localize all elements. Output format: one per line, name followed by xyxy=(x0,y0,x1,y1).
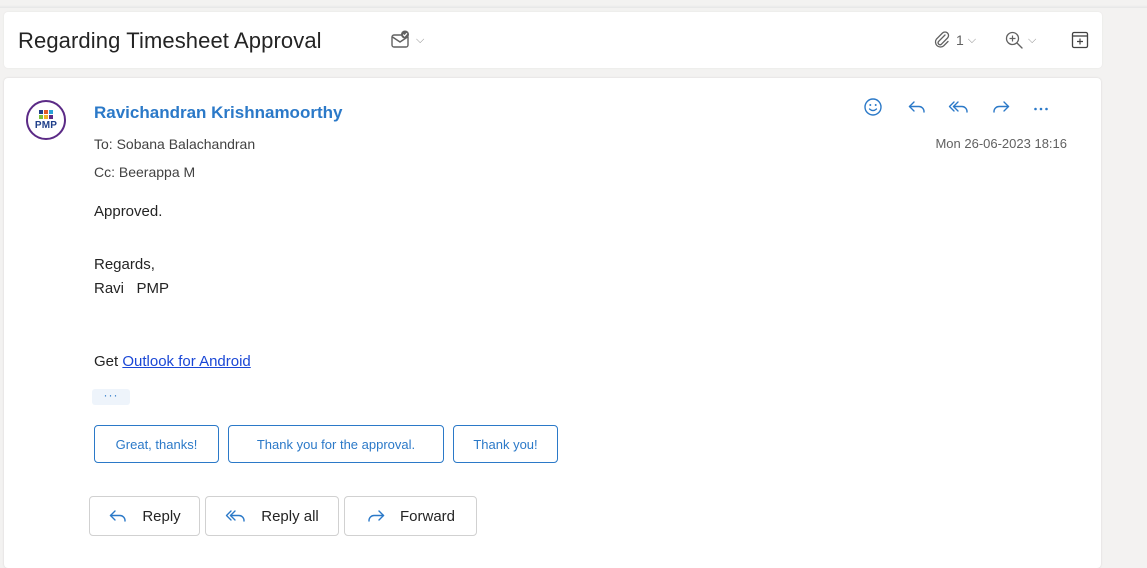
body-get-outlook: Get Outlook for Android xyxy=(94,353,251,370)
pmi-logo-icon xyxy=(39,109,53,119)
sender-name[interactable]: Ravichandran Krishnamoorthy xyxy=(94,103,342,123)
reply-all-icon xyxy=(226,510,245,522)
reply-all-button-label: Reply all xyxy=(261,507,319,525)
body-signature: Ravi PMP xyxy=(94,280,170,297)
forward-icon-button[interactable] xyxy=(990,96,1012,118)
show-trimmed-content-button[interactable]: ··· xyxy=(92,389,130,405)
subject-header: Regarding Timesheet Approval ⌵ 1 ⌵ ⌵ xyxy=(4,12,1102,68)
top-edge xyxy=(0,0,1147,8)
chevron-down-icon: ⌵ xyxy=(416,33,425,46)
cc-recipients: Cc: Beerappa M xyxy=(94,164,196,180)
message-date: Mon 26-06-2023 18:16 xyxy=(935,136,1067,151)
envelope-check-icon xyxy=(391,30,409,48)
more-actions-button[interactable] xyxy=(1030,96,1052,118)
message-actions xyxy=(862,96,1066,118)
paperclip-icon xyxy=(934,31,950,48)
zoom-button[interactable]: ⌵ xyxy=(1004,30,1036,50)
more-horizontal-icon xyxy=(1034,107,1048,111)
outlook-android-link[interactable]: Outlook for Android xyxy=(122,353,250,370)
quick-reply-great-thanks[interactable]: Great, thanks! xyxy=(94,425,219,463)
smiley-icon xyxy=(864,98,882,116)
react-button[interactable] xyxy=(862,96,884,118)
body-regards: Regards, xyxy=(94,256,155,273)
attachments-count: 1 xyxy=(956,32,964,48)
reply-button[interactable]: Reply xyxy=(89,496,200,536)
reply-icon-button[interactable] xyxy=(906,96,928,118)
zoom-in-icon xyxy=(1005,31,1023,49)
reply-all-icon-button[interactable] xyxy=(948,96,970,118)
avatar[interactable]: PMP xyxy=(26,100,66,140)
reply-all-button[interactable]: Reply all xyxy=(205,496,339,536)
reply-icon xyxy=(110,510,127,522)
reply-all-icon xyxy=(948,101,968,113)
attachments-button[interactable]: 1 ⌵ xyxy=(932,30,976,50)
forward-icon xyxy=(993,101,1010,113)
message-subject: Regarding Timesheet Approval xyxy=(18,28,322,53)
chevron-down-icon: ⌵ xyxy=(967,33,977,46)
reply-button-label: Reply xyxy=(142,507,181,525)
mark-status-button[interactable]: ⌵ xyxy=(390,30,424,50)
expand-window-icon xyxy=(1071,31,1089,49)
reply-icon xyxy=(908,101,925,113)
avatar-text: PMP xyxy=(34,119,58,131)
get-prefix: Get xyxy=(94,353,123,370)
body-approved: Approved. xyxy=(94,203,163,220)
forward-icon xyxy=(368,510,385,522)
quick-reply-thank-you-approval[interactable]: Thank you for the approval. xyxy=(228,425,444,463)
forward-button[interactable]: Forward xyxy=(344,496,477,536)
forward-button-label: Forward xyxy=(399,507,455,525)
to-recipients: To: Sobana Balachandran xyxy=(94,136,256,152)
open-in-new-window-button[interactable] xyxy=(1070,30,1090,50)
quick-reply-thank-you[interactable]: Thank you! xyxy=(453,425,558,463)
chevron-down-icon: ⌵ xyxy=(1028,33,1037,46)
